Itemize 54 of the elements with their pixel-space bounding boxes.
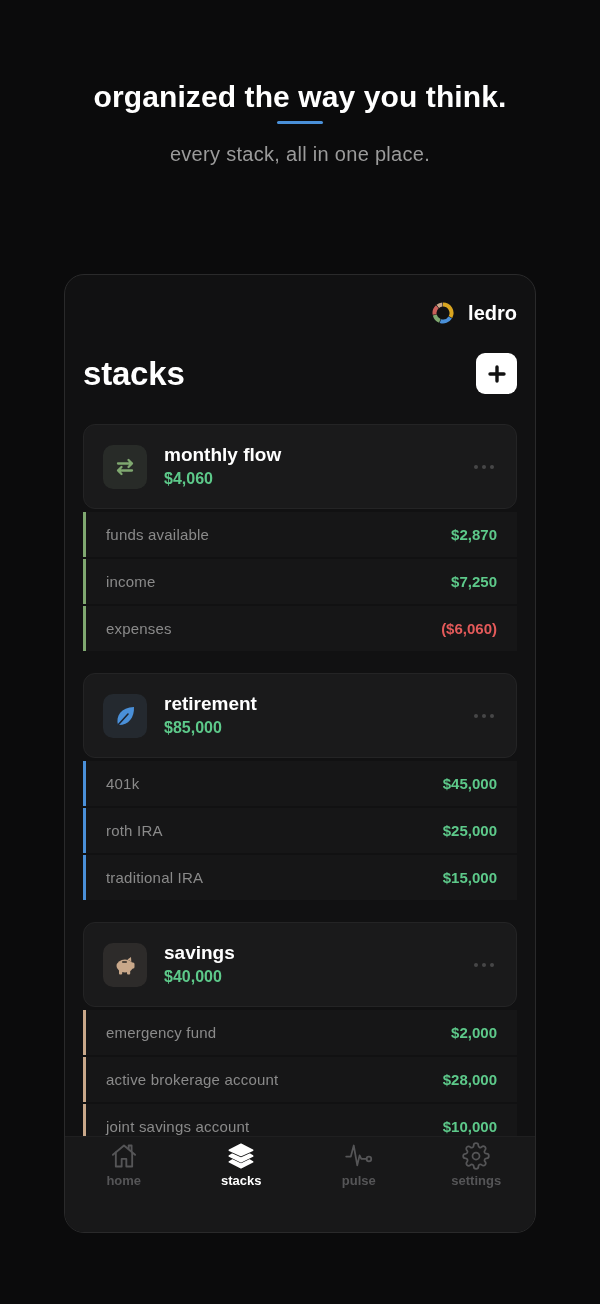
- account-name: traditional IRA: [106, 868, 205, 887]
- account-balance: ($6,060): [441, 619, 497, 638]
- stack-name: savings: [164, 941, 236, 965]
- stack-header-card[interactable]: monthly flow $4,060: [83, 424, 517, 509]
- account-balance: $2,000: [451, 1023, 497, 1042]
- account-name: roth IRA: [106, 821, 164, 840]
- account-name: joint savings account: [106, 1117, 251, 1136]
- account-name: funds available: [106, 525, 211, 544]
- headline-underline: [277, 121, 323, 124]
- brand-name: ledro: [468, 302, 517, 324]
- stack-header-card[interactable]: savings $40,000: [83, 922, 517, 1007]
- account-row[interactable]: emergency fund $2,000: [83, 1010, 517, 1055]
- account-row[interactable]: traditional IRA $15,000: [83, 855, 517, 900]
- stack-name: monthly flow: [164, 443, 283, 467]
- subheadline: every stack, all in one place.: [169, 142, 431, 166]
- account-row[interactable]: expenses ($6,060): [83, 606, 517, 651]
- account-row[interactable]: 401k $45,000: [83, 761, 517, 806]
- account-balance: $25,000: [442, 821, 497, 840]
- headline: organized the way you think.: [93, 79, 507, 115]
- account-balance: $45,000: [442, 774, 497, 793]
- account-name: emergency fund: [106, 1023, 218, 1042]
- settings-icon: [462, 1142, 491, 1170]
- account-row[interactable]: income $7,250: [83, 559, 517, 604]
- swap-arrows-icon: [103, 444, 147, 489]
- more-icon[interactable]: [474, 962, 494, 967]
- account-balance: $15,000: [442, 868, 497, 887]
- account-name: expenses: [106, 619, 173, 638]
- account-row[interactable]: active brokerage account $28,000: [83, 1057, 517, 1102]
- stack-total: $85,000: [164, 718, 223, 738]
- account-row[interactable]: joint savings account $10,000: [83, 1104, 517, 1136]
- account-name: active brokerage account: [106, 1070, 280, 1089]
- home-icon: [109, 1142, 138, 1170]
- account-balance: $2,870: [451, 525, 497, 544]
- account-row[interactable]: funds available $2,870: [83, 512, 517, 557]
- account-name: 401k: [106, 774, 141, 793]
- stack-header-card[interactable]: retirement $85,000: [83, 673, 517, 758]
- stack-name: retirement: [164, 692, 258, 716]
- more-icon[interactable]: [474, 464, 494, 469]
- stack-total: $4,060: [164, 469, 214, 489]
- piggy-bank-icon: [103, 942, 147, 987]
- logo-icon: [432, 302, 455, 324]
- tab-bar-item[interactable]: stacks: [221, 1137, 262, 1189]
- account-row[interactable]: roth IRA $25,000: [83, 808, 517, 853]
- account-name: income: [106, 572, 157, 591]
- stacked-layers-icon: [227, 1142, 256, 1170]
- page-title: stacks: [83, 354, 185, 393]
- account-balance: $7,250: [451, 572, 497, 591]
- plus-icon: [487, 364, 506, 383]
- account-balance: $10,000: [442, 1117, 497, 1136]
- account-balance: $28,000: [442, 1070, 497, 1089]
- leaf-icon: [103, 693, 147, 738]
- stack-total: $40,000: [164, 967, 223, 987]
- more-icon[interactable]: [474, 713, 494, 718]
- add-button[interactable]: [476, 353, 517, 394]
